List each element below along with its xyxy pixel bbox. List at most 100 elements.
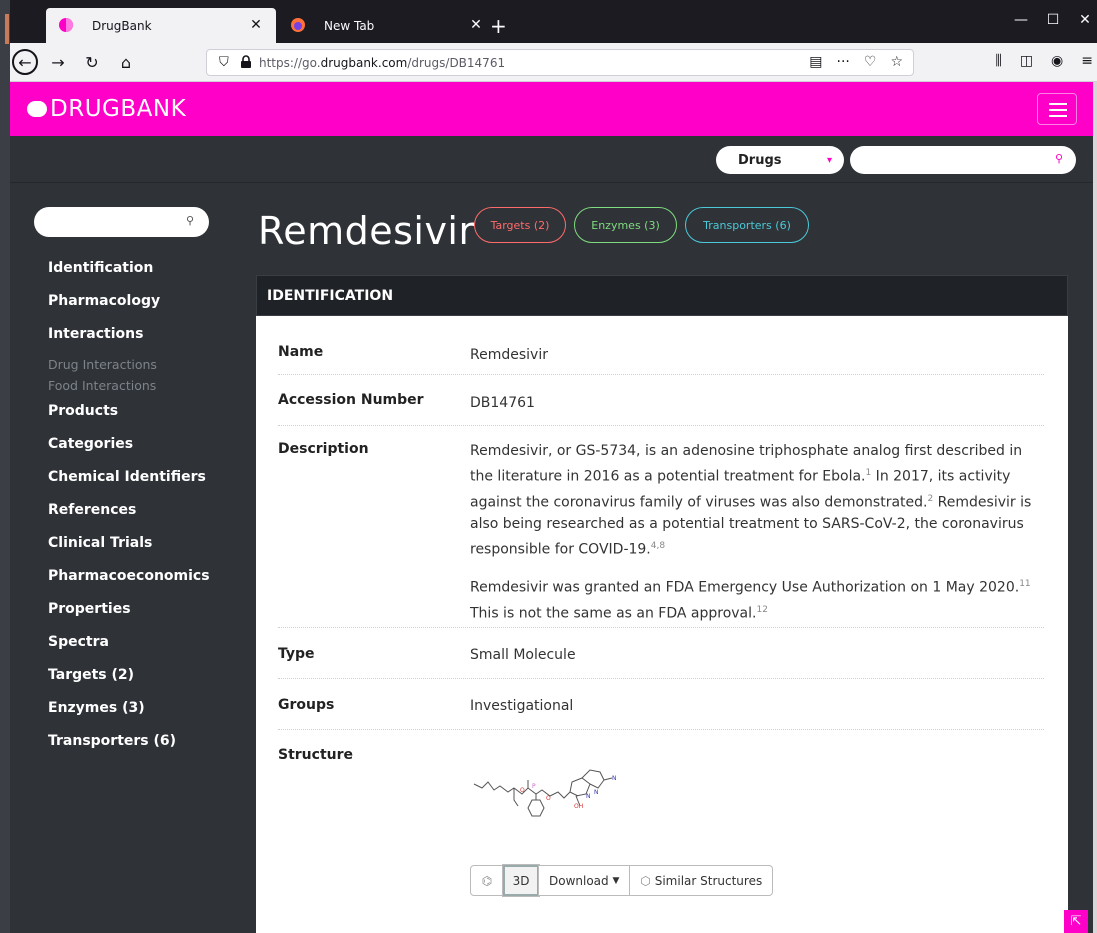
minimize-icon[interactable]: — [1006,12,1036,28]
sidebar-item-chemical-identifiers[interactable]: Chemical Identifiers [48,468,210,501]
navigation-toolbar: ← → ↻ ⌂ ⛉ https://go.drugbank.com/drugs/… [10,43,1097,82]
svg-text:OH: OH [574,803,583,810]
close-tab-icon[interactable]: ✕ [248,17,264,33]
edge-accent [5,14,9,44]
targets-pill-button[interactable]: Targets (2) [474,207,566,243]
reader-view-icon[interactable]: ▤ [809,54,822,70]
chevron-down-icon: ▾ [826,155,832,166]
description-paragraph: Remdesivir, or GS-5734, is an adenosine … [470,440,1044,561]
tab-bar: DrugBank ✕ New Tab ✕ + — ☐ ✕ [10,0,1097,43]
sidebar-item-drug-interactions[interactable]: Drug Interactions [48,358,210,379]
new-tab-icon[interactable]: + [490,14,507,38]
sidebar-search-input[interactable] [34,207,209,237]
row-accession-number: Accession Number DB14761 [278,375,1044,426]
transporters-pill-button[interactable]: Transporters (6) [685,207,809,243]
close-window-icon[interactable]: ✕ [1070,12,1097,28]
sidebar-item-interactions[interactable]: Interactions [48,325,210,358]
main-content: Remdesivir Targets (2) Enzymes (3) Trans… [232,183,1097,933]
row-type: Type Small Molecule [278,628,1044,679]
sidebar-item-identification[interactable]: Identification [48,259,210,292]
library-icon[interactable]: ⫼ [995,53,1001,69]
sidebar-item-products[interactable]: Products [48,402,210,435]
row-label: Type [278,646,315,662]
similar-structures-button[interactable]: ⬡ Similar Structures [629,865,774,896]
hamburger-menu-button[interactable] [1037,93,1077,125]
enzymes-pill-button[interactable]: Enzymes (3) [574,207,677,243]
menu-line [1049,115,1067,117]
url-domain: drugbank.com [320,56,408,70]
forward-icon[interactable]: → [46,50,70,74]
svg-text:O: O [520,787,525,794]
row-label: Accession Number [278,392,424,408]
url-prefix: https://go. [259,56,321,70]
molecule-structure-image[interactable]: O P O OH N N N [470,766,630,836]
download-dropdown-button[interactable]: Download ▼ [538,865,631,896]
structure-2d-button[interactable]: ⌬ [470,865,504,896]
page-scrollbar[interactable] [1093,82,1097,933]
close-tab-icon[interactable]: ✕ [468,17,484,33]
sidebar-item-spectra[interactable]: Spectra [48,633,210,666]
sidebar-item-targets[interactable]: Targets (2) [48,666,210,699]
sidebar-item-categories[interactable]: Categories [48,435,210,468]
app-menu-icon[interactable]: ≡ [1081,53,1093,69]
row-label: Groups [278,697,335,713]
similar-structures-label: Similar Structures [654,873,763,888]
row-value: Remdesivir [470,347,548,363]
molecule-icon: ⌬ [481,873,493,888]
tracking-shield-icon[interactable]: ⛉ [219,55,229,70]
back-to-top-icon[interactable]: ⇱ [1064,910,1088,933]
structure-search-icon: ⬡ [640,873,651,888]
row-label: Structure [278,747,354,763]
reference-link[interactable]: 12 [756,605,767,615]
page-actions-icon[interactable]: ··· [837,54,850,70]
drugbank-logo[interactable]: DRUGBANK [26,96,186,122]
search-category-select[interactable]: Drugs ▾ [716,146,844,174]
row-label: Description [278,441,369,457]
row-name: Name Remdesivir [278,316,1044,375]
row-groups: Groups Investigational [278,679,1044,730]
sidebar-item-enzymes[interactable]: Enzymes (3) [48,699,210,732]
reference-link[interactable]: 11 [1019,579,1030,589]
sidebar: ⚲ Identification Pharmacology Interactio… [10,183,232,933]
sidebar-toggle-icon[interactable]: ◫ [1020,53,1033,69]
pocket-icon[interactable]: ♡ [864,54,877,70]
svg-text:N: N [586,793,591,800]
description-text-part: This is not the same as an FDA approval. [470,605,757,622]
sidebar-item-clinical-trials[interactable]: Clinical Trials [48,534,210,567]
lock-icon[interactable] [239,55,253,69]
section-heading: IDENTIFICATION [256,275,1068,316]
structure-3d-button[interactable]: 3D [502,864,540,897]
tab-title: DrugBank [92,18,152,33]
sidebar-item-pharmacoeconomics[interactable]: Pharmacoeconomics [48,567,210,600]
tab-drugbank[interactable]: DrugBank ✕ [46,8,276,43]
sidebar-item-properties[interactable]: Properties [48,600,210,633]
maximize-icon[interactable]: ☐ [1038,12,1068,28]
firefox-icon [291,18,305,32]
description-paragraph: Remdesivir was granted an FDA Emergency … [470,573,1044,624]
search-icon[interactable]: ⚲ [186,214,194,227]
sidebar-nav: Identification Pharmacology Interactions… [48,259,210,765]
page-title: Remdesivir [258,209,475,253]
url-bar[interactable]: ⛉ https://go.drugbank.com/drugs/DB14761 … [206,49,914,76]
svg-text:O: O [546,795,551,802]
reload-icon[interactable]: ↻ [80,50,104,74]
tab-new-tab[interactable]: New Tab ✕ [278,8,496,43]
search-icon[interactable]: ⚲ [1055,152,1063,165]
row-value: Investigational [470,698,574,714]
sidebar-item-pharmacology[interactable]: Pharmacology [48,292,210,325]
back-icon[interactable]: ← [12,49,38,75]
sidebar-item-food-interactions[interactable]: Food Interactions [48,379,210,400]
account-icon[interactable]: ◉ [1051,53,1063,69]
reference-link[interactable]: 4,8 [651,541,665,551]
bookmark-star-icon[interactable]: ☆ [890,54,903,70]
sidebar-item-transporters[interactable]: Transporters (6) [48,732,210,765]
identification-rows: Name Remdesivir Accession Number DB14761… [278,316,1044,920]
home-icon[interactable]: ⌂ [114,50,138,74]
menu-line [1049,109,1067,111]
site-search-input[interactable] [850,146,1076,174]
svg-text:N: N [594,789,599,796]
row-structure: Structure O P O OH N N N ⌬ 3D Download ▼… [278,730,1044,920]
left-edge-strip [0,0,10,933]
sidebar-item-references[interactable]: References [48,501,210,534]
svg-text:N: N [612,775,617,782]
